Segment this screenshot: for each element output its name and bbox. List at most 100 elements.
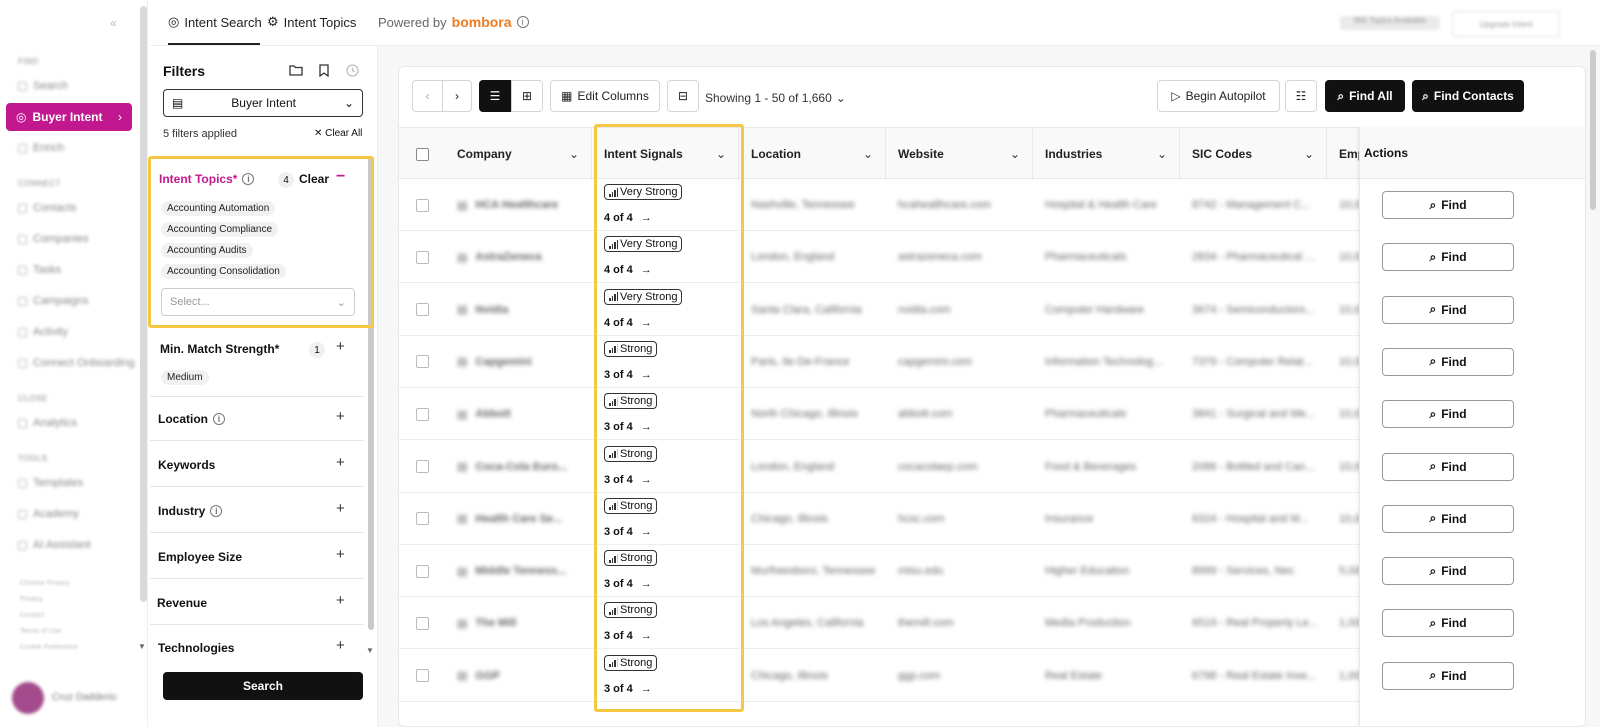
column-location[interactable]: Location ⌄ [739,128,886,180]
expand-plus-icon[interactable]: + [336,637,345,654]
employee-size-filter[interactable]: Employee Size [158,550,242,564]
expand-plus-icon[interactable]: + [336,500,345,517]
company-name[interactable]: ▤ Health Care Se... [445,493,592,545]
tab-intent-search[interactable]: ◎ Intent Search [168,14,262,30]
sidebar-item-buyer-intent[interactable]: ◎ Buyer Intent › [6,103,132,131]
info-icon[interactable]: i [213,413,225,425]
find-button[interactable]: ⌕ Find [1382,191,1514,219]
chevron-down-icon[interactable]: ⌄ [1157,147,1167,161]
checkbox[interactable] [415,616,429,630]
footer-link[interactable]: Terms of Use [20,628,61,635]
company-name[interactable]: ▤ AstraZeneca [445,231,592,283]
folder-icon[interactable] [288,62,304,78]
footer-link[interactable]: Chrome Privacy [20,580,70,587]
company-name[interactable]: ▤ The Mill [445,597,592,649]
begin-autopilot-button[interactable]: ▷ Begin Autopilot [1157,80,1280,112]
edit-columns-button[interactable]: ▦ Edit Columns [550,80,660,112]
sidebar-item-companies[interactable]: Companies [18,233,89,245]
row-checkbox-cell[interactable] [399,441,445,493]
checkbox[interactable] [415,147,429,161]
row-checkbox-cell[interactable] [399,650,445,702]
prev-page-button[interactable]: ‹ [412,80,442,112]
location-filter[interactable]: Location i [158,412,225,426]
pagination-summary[interactable]: Showing 1 - 50 of 1,660 ⌄ [705,91,846,105]
chevron-down-icon[interactable]: ⌄ [1010,147,1020,161]
collapse-icon[interactable]: « [110,16,117,30]
upgrade-intent-button[interactable]: Upgrade Intent [1452,11,1560,37]
sidebar-item-campaigns[interactable]: Campaigns [18,295,89,307]
chevron-down-icon[interactable]: ⌄ [863,147,873,161]
sidebar-item-connect-onboarding[interactable]: Connect Onboarding [18,357,135,369]
sidebar-item-templates[interactable]: Templates [18,477,83,489]
chevron-down-icon[interactable]: ⌄ [569,147,579,161]
checklist-button[interactable]: ☷ [1285,80,1317,112]
column-sic-codes[interactable]: SIC Codes ⌄ [1180,128,1327,180]
find-button[interactable]: ⌕ Find [1382,452,1514,481]
website-cell[interactable]: capgemini.com [886,336,1033,388]
checkbox[interactable] [415,669,429,683]
website-cell[interactable]: hcsc.com [886,493,1033,545]
footer-link[interactable]: Privacy [20,596,43,603]
layout-toggle-button[interactable]: ⊟ [667,80,699,112]
sidebar-item-analytics[interactable]: Analytics [18,417,77,429]
sidebar-item-tasks[interactable]: Tasks [18,264,61,276]
column-industries[interactable]: Industries ⌄ [1033,128,1180,180]
company-name[interactable]: ▤ Middle Tenness... [445,545,592,597]
company-name[interactable]: ▤ GGP [445,650,592,702]
sidebar-item-activity[interactable]: Activity [18,326,68,338]
sidebar-item-enrich[interactable]: Enrich [18,142,64,154]
info-icon[interactable]: i [210,505,223,517]
industry-filter[interactable]: Industry i [158,504,223,518]
expand-plus-icon[interactable]: + [336,454,345,471]
row-checkbox-cell[interactable] [399,284,445,336]
footer-link[interactable]: Contact [20,612,44,619]
website-cell[interactable]: hcahealthcare.com [886,179,1033,231]
next-page-button[interactable]: › [442,80,472,112]
checkbox[interactable] [415,355,429,369]
row-checkbox-cell[interactable] [399,336,445,388]
intent-type-dropdown[interactable]: ▤ Buyer Intent ⌄ [163,89,363,117]
checkbox[interactable] [415,198,429,212]
checkbox[interactable] [415,460,429,473]
find-button[interactable]: ⌕ Find [1382,295,1514,324]
checkbox[interactable] [415,512,429,526]
website-cell[interactable]: astrazeneca.com [886,231,1033,283]
min-match-label[interactable]: Min. Match Strength* [160,342,279,356]
scroll-down-icon[interactable]: ▼ [366,646,374,655]
expand-plus-icon[interactable]: + [336,546,345,563]
website-cell[interactable]: ggp.com [886,650,1033,702]
sidebar-item-academy[interactable]: Academy [18,508,79,520]
find-button[interactable]: ⌕ Find [1382,400,1514,429]
company-name[interactable]: ▤ Coca-Cola Euro... [445,441,592,493]
technologies-filter[interactable]: Technologies [158,641,234,655]
company-name[interactable]: ▤ Abbott [445,388,592,440]
row-checkbox-cell[interactable] [399,388,445,440]
find-contacts-button[interactable]: ⌕ Find Contacts [1412,80,1524,112]
sidebar-scrollbar[interactable] [140,6,147,602]
checkbox[interactable] [415,303,429,317]
find-button[interactable]: ⌕ Find [1382,557,1514,586]
row-checkbox-cell[interactable] [399,545,445,597]
list-view-button[interactable]: ☰ [479,80,511,112]
find-button[interactable]: ⌕ Find [1382,504,1514,533]
row-checkbox-cell[interactable] [399,231,445,283]
expand-plus-icon[interactable]: + [336,338,345,355]
find-button[interactable]: ⌕ Find [1382,243,1514,272]
checkbox[interactable] [415,407,429,421]
search-button[interactable]: Search [163,672,363,700]
sidebar-item-contacts[interactable]: Contacts [18,202,76,214]
scroll-down-icon[interactable]: ▼ [138,642,146,651]
grid-view-button[interactable]: ⊞ [511,80,543,112]
website-cell[interactable]: nvidia.com [886,284,1033,336]
company-name[interactable]: ▤ HCA Healthcare [445,179,592,231]
website-cell[interactable]: cocacolaep.com [886,441,1033,493]
tab-intent-topics[interactable]: ⚙ Intent Topics [267,14,356,30]
match-chip[interactable]: Medium [161,370,209,385]
expand-plus-icon[interactable]: + [336,592,345,609]
company-name[interactable]: ▤ Capgemini [445,336,592,388]
column-website[interactable]: Website ⌄ [886,128,1033,180]
website-cell[interactable]: themill.com [886,597,1033,649]
bookmark-icon[interactable] [316,62,332,78]
info-icon[interactable]: i [516,16,529,28]
find-button[interactable]: ⌕ Find [1382,347,1514,376]
